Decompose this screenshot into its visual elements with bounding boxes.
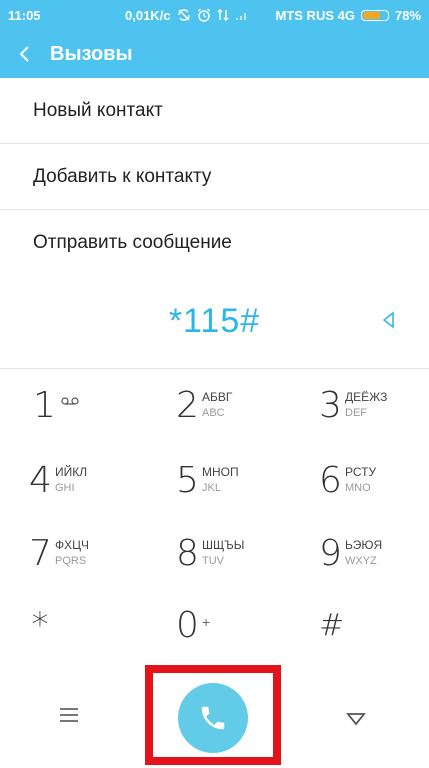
app-bar: Вызовы	[0, 30, 429, 78]
key-6[interactable]: 6 РСТУ MNO	[319, 445, 429, 515]
key-5[interactable]: 5 МНОП JKL	[176, 445, 306, 515]
key-letters-cyr: ЬЭЮЯ	[345, 538, 383, 552]
menu-item-send-message[interactable]: Отправить сообщение	[0, 210, 429, 276]
status-bar: 11:05 0,01K/c MTS RUS 4G 78%	[0, 0, 429, 30]
triangle-down-icon[interactable]	[346, 712, 366, 726]
key-letters-cyr: ФХЦЧ	[55, 538, 90, 552]
key-digit: 1	[33, 384, 56, 426]
key-hash[interactable]: #	[319, 590, 429, 660]
key-letters-lat: ABC	[202, 407, 225, 419]
hamburger-icon[interactable]	[58, 706, 80, 724]
battery-percent: 78%	[394, 7, 421, 23]
number-display: *115#	[0, 286, 429, 356]
voicemail-icon	[61, 397, 79, 405]
alarm-icon	[197, 8, 210, 22]
key-digit: 9	[319, 532, 342, 574]
key-letters-cyr: ШЩЪЫ	[202, 538, 245, 552]
key-4[interactable]: 4 ИЙКЛ GHI	[29, 445, 159, 515]
menu-item-label: Новый контакт	[33, 99, 163, 121]
key-letters-cyr: ДЕЁЖЗ	[345, 390, 388, 404]
key-8[interactable]: 8 ШЩЪЫ TUV	[176, 518, 306, 588]
key-digit: 2	[176, 384, 199, 426]
menu-item-label: Добавить к контакту	[33, 165, 212, 187]
key-digit: 3	[319, 384, 342, 426]
key-letters-lat: DEF	[345, 407, 367, 419]
data-arrows-icon	[217, 9, 229, 21]
key-digit: 6	[319, 459, 342, 501]
key-letters-cyr: МНОП	[202, 465, 239, 479]
key-digit: 5	[176, 459, 199, 501]
network-speed: 0,01K/c	[125, 7, 171, 23]
key-letters-cyr: ИЙКЛ	[55, 465, 88, 479]
key-0[interactable]: 0 +	[176, 590, 306, 660]
status-right: MTS RUS 4G 78%	[276, 0, 422, 30]
key-letters-cyr: АБВГ	[202, 390, 233, 404]
sync-off-icon	[177, 9, 190, 21]
key-digit: #	[319, 607, 345, 643]
key-digit: 8	[176, 532, 199, 574]
back-button[interactable]	[0, 30, 48, 78]
key-letters-lat: GHI	[55, 482, 75, 494]
key-star[interactable]: *	[29, 590, 159, 660]
key-plus-label: +	[202, 614, 211, 630]
key-9[interactable]: 9 ЬЭЮЯ WXYZ	[319, 518, 429, 588]
key-2[interactable]: 2 АБВГ ABC	[176, 370, 306, 440]
key-letters-cyr: РСТУ	[345, 465, 377, 479]
key-1[interactable]: 1	[33, 370, 163, 440]
page-title: Вызовы	[50, 42, 133, 65]
chevron-left-icon	[19, 46, 29, 62]
menu-item-label: Отправить сообщение	[33, 232, 232, 253]
key-letters-lat: TUV	[202, 555, 224, 567]
key-3[interactable]: 3 ДЕЁЖЗ DEF	[319, 370, 429, 440]
key-digit: 0	[176, 604, 199, 646]
carrier-label: MTS RUS 4G	[275, 7, 355, 23]
key-letters-lat: MNO	[345, 482, 371, 494]
key-digit: *	[31, 605, 49, 645]
key-digit: 4	[29, 459, 52, 501]
highlight-box	[145, 665, 281, 765]
action-menu: Новый контакт Добавить к контакту Отправ…	[0, 78, 429, 276]
key-digit: 7	[29, 532, 52, 574]
divider	[0, 368, 429, 369]
key-letters-lat: JKL	[202, 482, 221, 494]
key-letters-lat: WXYZ	[345, 555, 377, 567]
battery-icon	[360, 9, 389, 21]
dialed-number[interactable]: *115#	[169, 302, 260, 341]
key-letters-lat: PQRS	[55, 555, 87, 567]
status-time: 11:05	[8, 7, 41, 23]
status-center: 0,01K/c	[125, 0, 249, 30]
signal-icon	[235, 13, 246, 20]
menu-item-add-to-contact[interactable]: Добавить к контакту	[0, 144, 429, 210]
key-7[interactable]: 7 ФХЦЧ PQRS	[29, 518, 159, 588]
menu-item-new-contact[interactable]: Новый контакт	[0, 78, 429, 144]
backspace-icon[interactable]	[379, 308, 399, 332]
